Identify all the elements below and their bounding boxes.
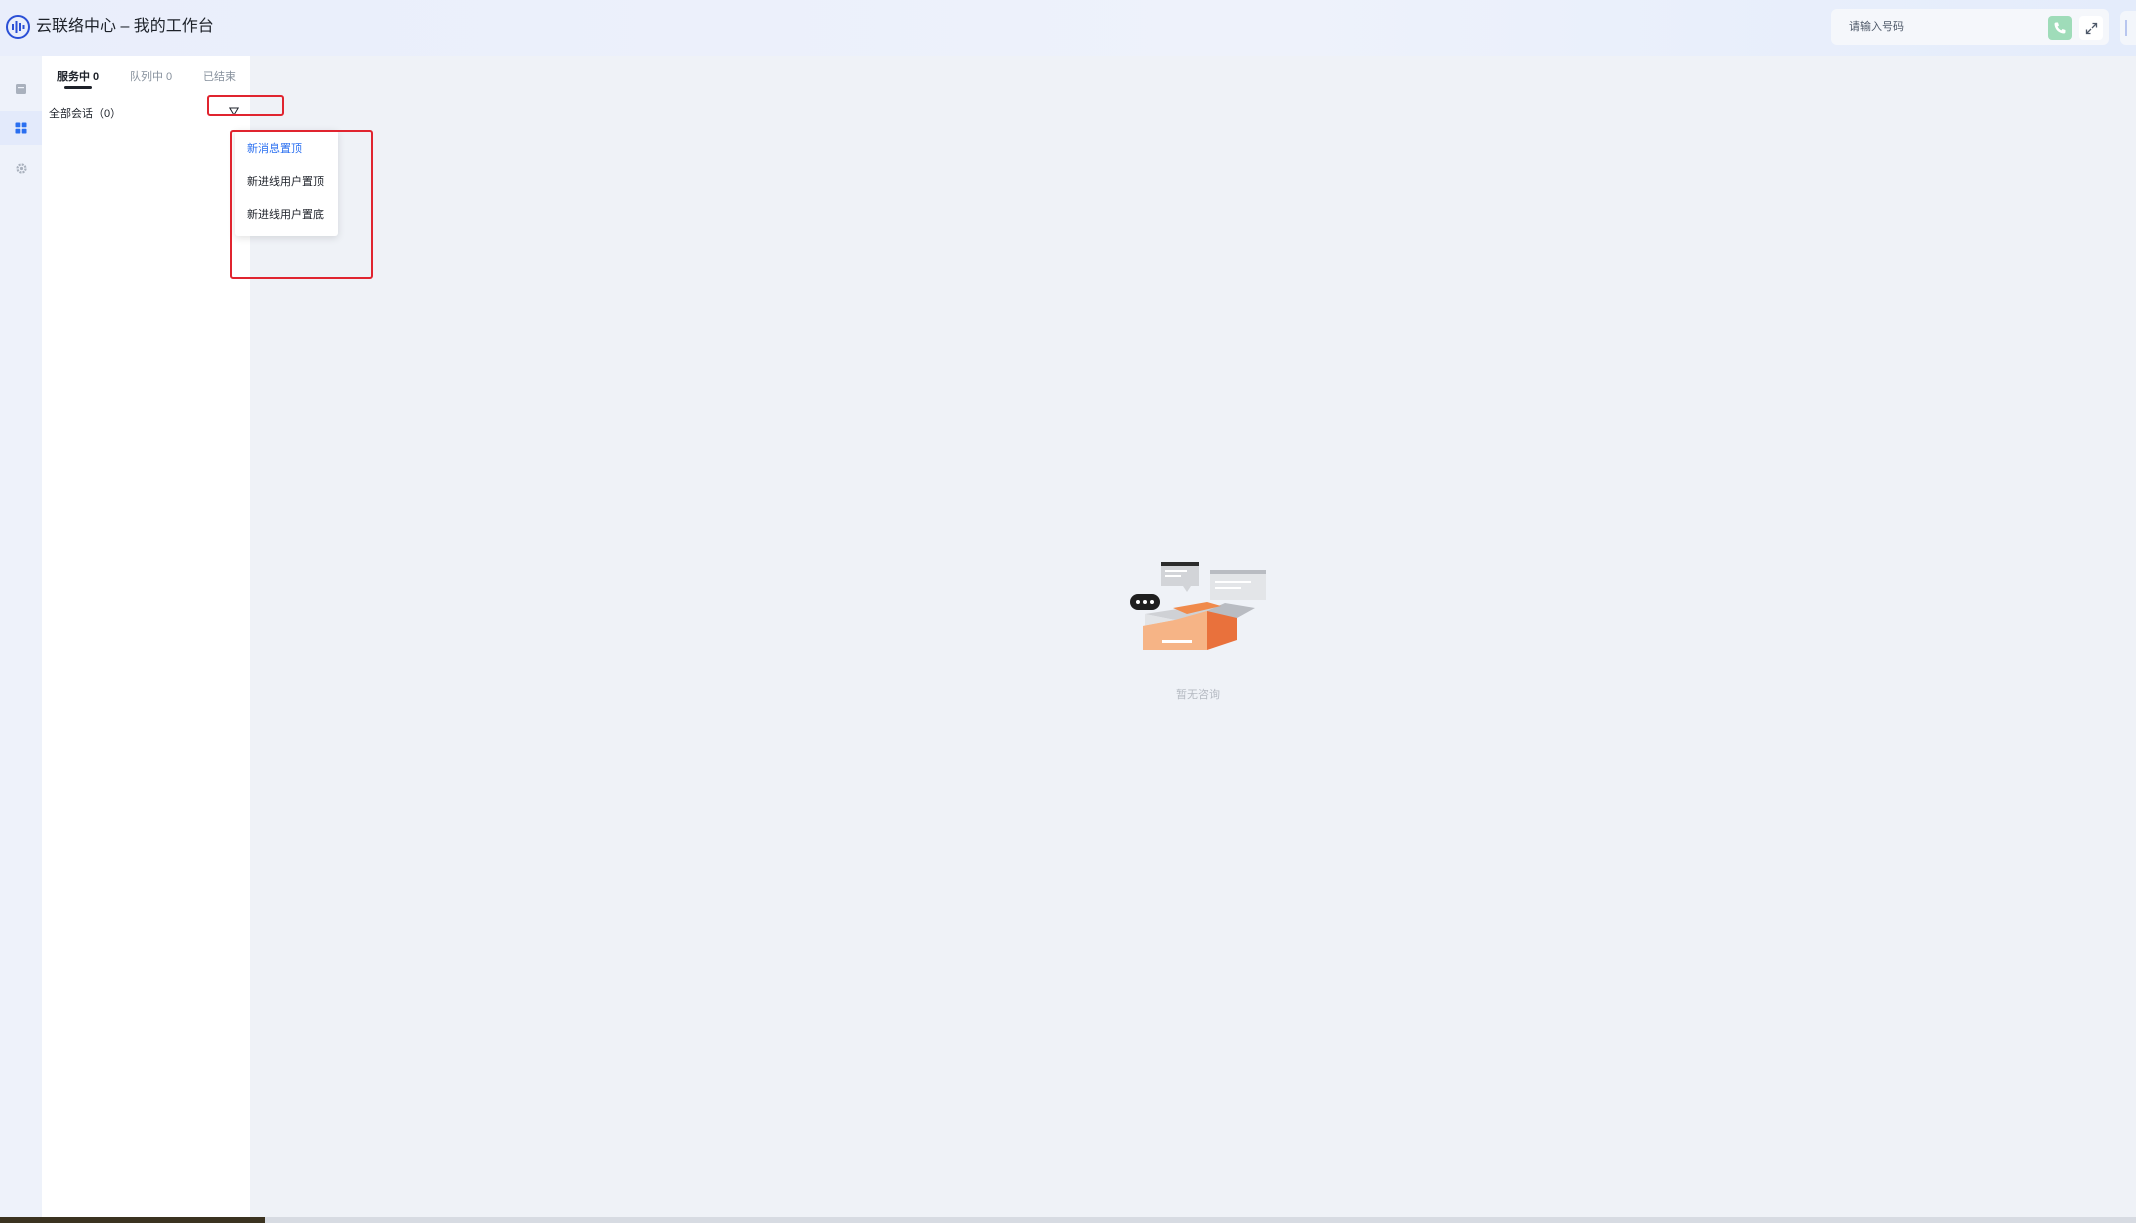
expand-button[interactable] xyxy=(2079,16,2103,40)
expand-icon xyxy=(2085,22,2097,34)
menu-item-new-message-top[interactable]: 新消息置顶 xyxy=(247,140,302,156)
sort-filter-button[interactable] xyxy=(225,103,243,119)
menu-item-new-user-bottom[interactable]: 新进线用户置底 xyxy=(247,206,324,222)
nav-item-workbench[interactable] xyxy=(0,111,42,145)
phone-number-input[interactable] xyxy=(1849,9,2049,45)
nav-item-settings[interactable] xyxy=(0,151,42,185)
grid-icon xyxy=(15,122,27,134)
call-button[interactable] xyxy=(2048,16,2072,40)
nav-item-inbox[interactable] xyxy=(0,72,42,106)
side-panel-toggle[interactable] xyxy=(2120,11,2136,45)
tab-in-service[interactable]: 服务中 0 xyxy=(57,68,99,84)
phone-icon xyxy=(2054,22,2066,34)
side-nav xyxy=(0,56,42,1218)
conversation-panel: 服务中 0 队列中 0 已结束 全部会话（0） xyxy=(42,56,250,1218)
app-title: 云联络中心 – 我的工作台 xyxy=(36,18,214,35)
empty-state-text: 暂无咨询 xyxy=(1176,689,1220,701)
inbox-icon xyxy=(16,84,26,94)
empty-box-illustration xyxy=(1130,562,1266,650)
bottom-edge-strip xyxy=(0,1217,2136,1223)
sort-dropdown-menu: 新消息置顶 新进线用户置顶 新进线用户置底 xyxy=(235,130,338,236)
menu-item-new-user-top[interactable]: 新进线用户置顶 xyxy=(247,173,324,189)
app-logo-icon xyxy=(6,15,30,39)
filter-icon xyxy=(229,107,239,116)
dialer xyxy=(1831,9,2109,45)
all-conversations-label[interactable]: 全部会话（0） xyxy=(49,105,121,121)
gear-icon xyxy=(15,162,27,174)
top-bar: 云联络中心 – 我的工作台 xyxy=(0,0,2136,56)
active-tab-indicator xyxy=(64,86,92,89)
tab-queued[interactable]: 队列中 0 xyxy=(130,68,172,84)
tab-ended[interactable]: 已结束 xyxy=(203,68,236,84)
